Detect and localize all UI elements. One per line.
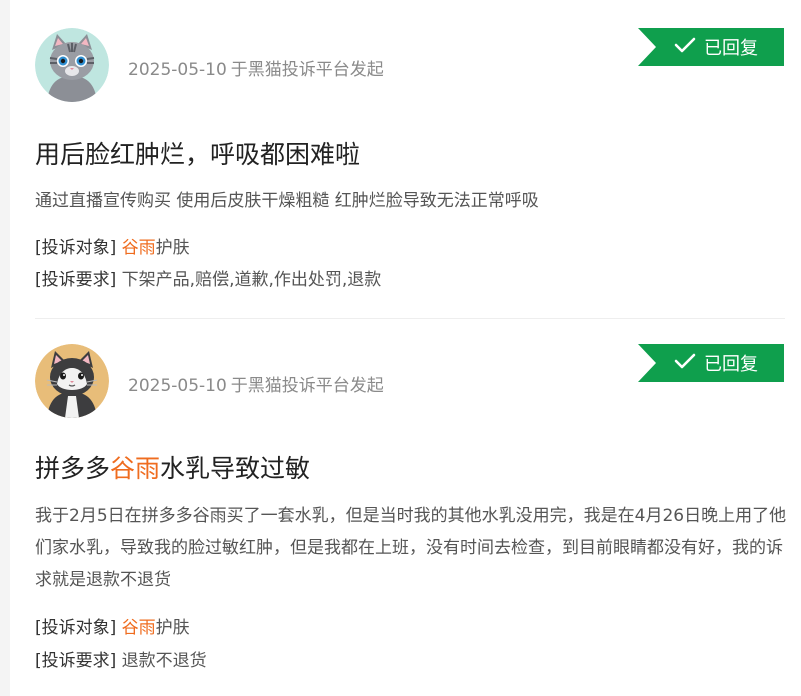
status-label: 已回复 [704,354,758,375]
complaint-demand: [投诉要求] 退款不退货 [35,646,207,671]
status-badge: 已回复 [638,344,784,382]
title-brand: 谷雨 [110,454,161,483]
card-divider [35,318,785,319]
check-icon [674,353,696,374]
complaint-meta: 2025-05-10 于黑猫投诉平台发起 [128,55,384,80]
gray-tabby-cat-icon [35,28,109,102]
complaint-demand: [投诉要求] 下架产品,赔偿,道歉,作出处罚,退款 [35,265,381,290]
status-label: 已回复 [704,38,758,59]
complaint-target: [投诉对象] 谷雨护肤 [35,613,190,638]
complaint-card[interactable]: 2025-05-10 于黑猫投诉平台发起 已回复 用后脸红肿烂，呼吸都困难啦 通过… [35,27,785,319]
complaint-title[interactable]: 拼多多谷雨水乳导致过敏 [35,449,310,485]
check-icon [674,37,696,58]
target-rest: 护肤 [155,618,190,638]
complaint-title[interactable]: 用后脸红肿烂，呼吸都困难啦 [35,135,360,171]
complaint-card[interactable]: 2025-05-10 于黑猫投诉平台发起 已回复 拼多多谷雨水乳导致过敏 我于2月… [35,343,787,696]
target-label: [投诉对象] [35,618,117,638]
complaint-date: 2025-05-10 [128,60,227,80]
demand-label: [投诉要求] [35,270,117,290]
complaint-description: 我于2月5日在拼多多谷雨买了一套水乳，但是当时我的其他水乳没用完，我是在4月26… [35,506,787,590]
demand-value: 下架产品,赔偿,道歉,作出处罚,退款 [121,270,382,290]
demand-label: [投诉要求] [35,651,117,671]
title-text: 用后脸红肿烂，呼吸都困难啦 [35,140,361,169]
complaint-date: 2025-05-10 [128,376,227,396]
complaint-meta: 2025-05-10 于黑猫投诉平台发起 [128,371,384,396]
avatar [35,344,109,418]
target-brand-link[interactable]: 谷雨 [122,618,156,638]
complaint-target: [投诉对象] 谷雨护肤 [35,233,190,258]
title-text-rest: 水乳导致过敏 [160,454,311,483]
left-gutter [0,0,10,696]
avatar [35,28,109,102]
status-badge: 已回复 [638,28,784,66]
complaint-source: 于黑猫投诉平台发起 [230,376,384,396]
black-white-cat-icon [35,344,109,418]
target-rest: 护肤 [155,238,190,258]
target-label: [投诉对象] [35,238,117,258]
demand-value: 退款不退货 [121,651,207,671]
target-brand-link[interactable]: 谷雨 [122,238,156,258]
complaint-description: 通过直播宣传购买 使用后皮肤干燥粗糙 红肿烂脸导致无法正常呼吸 [35,191,539,211]
title-text: 拼多多 [35,454,111,483]
complaint-source: 于黑猫投诉平台发起 [230,60,384,80]
